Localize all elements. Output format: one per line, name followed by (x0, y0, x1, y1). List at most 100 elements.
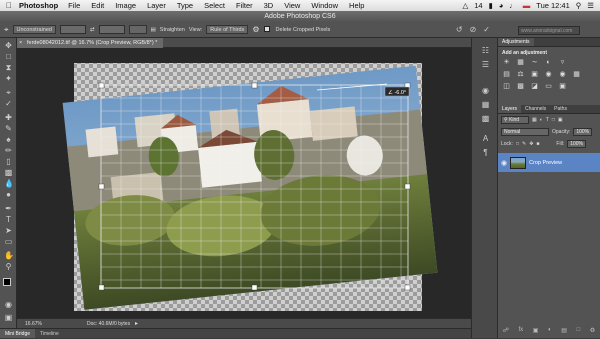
menu-layer[interactable]: Layer (147, 1, 166, 10)
delete-cropped-checkbox[interactable] (263, 26, 272, 33)
trash-icon[interactable]: ♻ (590, 327, 595, 336)
selective-color-icon[interactable]: ▣ (558, 82, 567, 91)
photo-filter-icon[interactable]: ◉ (544, 70, 553, 79)
color-panel-icon[interactable]: ◉ (481, 86, 490, 95)
clone-stamp-tool-icon[interactable]: ♠ (4, 135, 13, 144)
exposure-icon[interactable]: ◐ (544, 58, 553, 67)
tab-adjustments[interactable]: Adjustments (498, 38, 534, 46)
opacity-field[interactable]: 100% (573, 128, 593, 136)
fill-field[interactable]: 100% (567, 140, 586, 148)
eraser-tool-icon[interactable]: ▯ (4, 157, 13, 166)
brightness-icon[interactable]: ☀ (502, 58, 511, 67)
screen-mode-icon[interactable]: ▣ (4, 313, 13, 322)
foreground-color-swatch[interactable] (3, 278, 11, 286)
swap-icon[interactable]: ⇄ (90, 27, 95, 33)
app-menu[interactable]: Photoshop (19, 1, 58, 10)
curves-icon[interactable]: ∼ (530, 58, 539, 67)
crop-canvas[interactable]: ∠ -6.0° (17, 48, 471, 318)
menu-file[interactable]: File (68, 1, 80, 10)
status-menu-icon[interactable]: △ (462, 1, 468, 10)
layer-style-icon[interactable]: fx (518, 327, 523, 336)
canvas-area[interactable]: ∠ -6.0° (17, 48, 471, 318)
menu-image[interactable]: Image (115, 1, 136, 10)
swatches-panel-icon[interactable]: ▦ (481, 100, 490, 109)
menu-help[interactable]: Help (349, 1, 364, 10)
paragraph-panel-icon[interactable]: ¶ (481, 148, 490, 157)
document-tab[interactable]: × ferde08042012.tif @ 16.7% (Crop Previe… (17, 38, 164, 48)
filter-smart-icon[interactable]: ▣ (558, 117, 563, 123)
new-layer-icon[interactable]: □ (577, 327, 581, 336)
tab-paths[interactable]: Paths (550, 105, 571, 113)
notification-count[interactable]: 14 (474, 1, 482, 10)
crop-tool-icon[interactable]: ⌖ (4, 25, 9, 35)
visibility-eye-icon[interactable]: ◉ (501, 159, 507, 167)
tab-timeline[interactable]: Timeline (35, 329, 64, 338)
hue-saturation-icon[interactable]: ▤ (502, 70, 511, 79)
commit-icon[interactable]: ✓ (483, 25, 490, 34)
lock-all-icon[interactable]: ■ (536, 141, 539, 147)
menu-select[interactable]: Select (204, 1, 225, 10)
filter-shape-icon[interactable]: □ (552, 117, 555, 123)
gradient-tool-icon[interactable]: ▩ (4, 168, 13, 177)
volume-icon[interactable]: ♩ (509, 1, 517, 10)
close-icon[interactable]: × (19, 38, 22, 48)
tab-mini-bridge[interactable]: Mini Bridge (0, 329, 36, 338)
blur-tool-icon[interactable]: 💧 (4, 179, 14, 188)
tab-layers[interactable]: Layers (498, 105, 522, 113)
history-panel-icon[interactable]: ☷ (481, 46, 490, 55)
posterize-icon[interactable]: ▩ (516, 82, 525, 91)
move-tool-icon[interactable]: ✥ (4, 41, 13, 50)
list-icon[interactable]: ☰ (587, 1, 594, 10)
add-mask-icon[interactable]: ▣ (533, 327, 539, 336)
quick-select-tool-icon[interactable]: ✦ (4, 74, 13, 83)
color-balance-icon[interactable]: ⚖ (516, 70, 525, 79)
cancel-icon[interactable]: ⊘ (470, 25, 477, 34)
kind-filter-select[interactable]: ⚲ Kind (501, 116, 529, 124)
channel-mixer-icon[interactable]: ◉ (558, 70, 567, 79)
search-icon[interactable]: ⚲ (576, 1, 582, 10)
height-field[interactable] (98, 25, 125, 34)
filter-adjust-icon[interactable]: ◐ (540, 117, 543, 123)
new-group-icon[interactable]: ▤ (561, 327, 567, 336)
menu-edit[interactable]: Edit (91, 1, 104, 10)
marquee-tool-icon[interactable]: □ (4, 52, 13, 61)
threshold-icon[interactable]: ◪ (530, 82, 539, 91)
menu-3d[interactable]: 3D (264, 1, 274, 10)
styles-panel-icon[interactable]: ▩ (481, 114, 490, 123)
new-adjustment-icon[interactable]: ◐ (548, 327, 552, 336)
clear-button[interactable] (128, 25, 147, 34)
wifi-icon[interactable]: ◕ (499, 1, 504, 10)
levels-icon[interactable]: ▦ (516, 58, 525, 67)
menu-view[interactable]: View (284, 1, 300, 10)
lasso-tool-icon[interactable]: ⧗ (4, 63, 13, 72)
clock[interactable]: Tue 12:41 (536, 1, 570, 10)
tab-channels[interactable]: Channels (521, 105, 550, 113)
blend-mode-select[interactable]: Normal (501, 128, 549, 136)
view-select[interactable]: Rule of Thirds (206, 25, 249, 34)
status-arrow-icon[interactable]: ▸ (135, 320, 138, 327)
lock-paint-icon[interactable]: ✎ (522, 141, 526, 147)
crop-tool-icon[interactable]: ⌖ (4, 88, 13, 97)
zoom-tool-icon[interactable]: ⚲ (4, 262, 13, 271)
path-select-tool-icon[interactable]: ➤ (4, 226, 13, 235)
vibrance-icon[interactable]: ▿ (558, 58, 567, 67)
pen-tool-icon[interactable]: ✒ (4, 204, 13, 213)
quick-mask-icon[interactable]: ◉ (4, 300, 13, 309)
zoom-level[interactable]: 16.67% (25, 321, 42, 327)
doc-size[interactable]: Doc: 40.6M/0 bytes (87, 321, 130, 327)
eyedropper-tool-icon[interactable]: ✓ (4, 99, 13, 108)
filter-type-icon[interactable]: T (546, 117, 549, 123)
flag-icon[interactable]: ▬ (523, 1, 531, 10)
ratio-select[interactable]: Unconstrained (12, 25, 56, 34)
hand-tool-icon[interactable]: ✋ (4, 251, 14, 260)
apple-logo-icon[interactable]:  (6, 1, 14, 10)
straighten-label[interactable]: Straighten (160, 27, 185, 33)
black-white-icon[interactable]: ▣ (530, 70, 539, 79)
healing-brush-tool-icon[interactable]: ✚ (4, 113, 13, 122)
lock-move-icon[interactable]: ✥ (529, 141, 533, 147)
filter-pixel-icon[interactable]: ▦ (532, 117, 537, 123)
link-layers-icon[interactable]: ☍ (503, 327, 509, 336)
properties-panel-icon[interactable]: ☰ (481, 60, 490, 69)
layer-name[interactable]: Crop Preview (529, 160, 562, 166)
type-tool-icon[interactable]: T (4, 215, 13, 224)
